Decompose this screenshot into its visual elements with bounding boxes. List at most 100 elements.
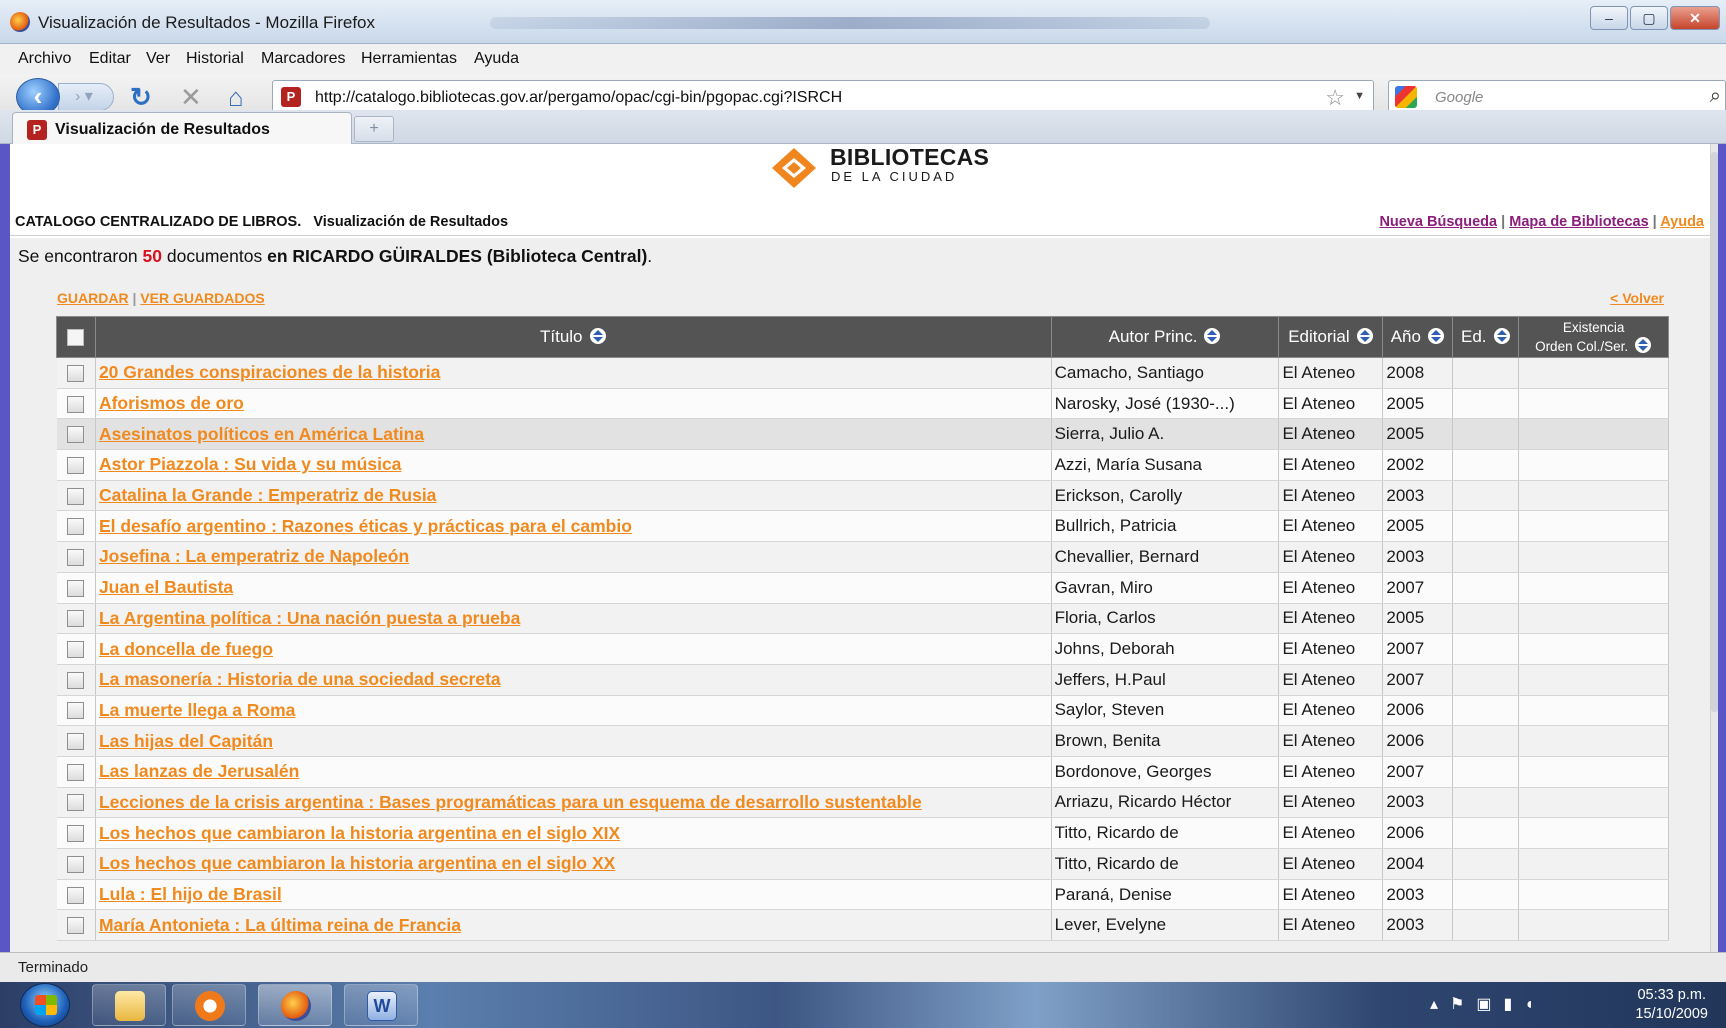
address-bar[interactable]: P http://catalogo.bibliotecas.gov.ar/per… bbox=[272, 80, 1374, 114]
action-center-flag-icon[interactable]: ⚑ bbox=[1450, 996, 1476, 1013]
volver-link[interactable]: < Volver bbox=[1610, 290, 1664, 306]
minimize-button[interactable]: – bbox=[1590, 6, 1628, 30]
title-link[interactable]: Asesinatos políticos en América Latina bbox=[99, 424, 424, 444]
row-checkbox[interactable] bbox=[67, 886, 85, 904]
device-icon[interactable]: ▣ bbox=[1476, 996, 1503, 1013]
title-link[interactable]: El desafío argentino : Razones éticas y … bbox=[99, 516, 632, 536]
title-link[interactable]: Las hijas del Capitán bbox=[99, 731, 273, 751]
header-anio[interactable]: Año bbox=[1382, 316, 1454, 358]
forward-button[interactable]: › ▾ bbox=[58, 83, 114, 111]
taskbar-word[interactable]: W bbox=[344, 984, 418, 1026]
window-controls: – ▢ ✕ bbox=[1590, 6, 1720, 30]
row-checkbox[interactable] bbox=[67, 426, 85, 444]
title-link[interactable]: Los hechos que cambiaron la historia arg… bbox=[99, 823, 620, 843]
row-checkbox[interactable] bbox=[67, 487, 85, 505]
row-checkbox[interactable] bbox=[67, 855, 85, 873]
sort-icon[interactable] bbox=[1493, 327, 1511, 345]
title-link[interactable]: La masonería : Historia de una sociedad … bbox=[99, 669, 501, 689]
sort-icon[interactable] bbox=[1427, 327, 1445, 345]
show-hidden-icons-icon[interactable]: ▴ bbox=[1430, 996, 1450, 1013]
title-link[interactable]: 20 Grandes conspiraciones de la historia bbox=[99, 362, 440, 382]
menu-historial[interactable]: Historial bbox=[186, 50, 244, 68]
guardar-link[interactable]: GUARDAR bbox=[57, 290, 129, 306]
title-link[interactable]: La Argentina política : Una nación puest… bbox=[99, 608, 520, 628]
title-link[interactable]: Catalina la Grande : Emperatriz de Rusia bbox=[99, 485, 436, 505]
header-autor[interactable]: Autor Princ. bbox=[1050, 316, 1280, 358]
row-checkbox[interactable] bbox=[67, 518, 85, 536]
taskbar-firefox[interactable] bbox=[258, 984, 332, 1026]
ayuda-link[interactable]: Ayuda bbox=[1660, 214, 1704, 230]
title-link[interactable]: Lecciones de la crisis argentina : Bases… bbox=[99, 792, 922, 812]
menu-ver[interactable]: Ver bbox=[146, 50, 170, 68]
tab-resultados[interactable]: P Visualización de Resultados bbox=[12, 112, 352, 145]
new-tab-button[interactable]: + bbox=[354, 116, 394, 142]
row-checkbox[interactable] bbox=[67, 548, 85, 566]
url-text[interactable]: http://catalogo.bibliotecas.gov.ar/perga… bbox=[315, 89, 842, 107]
page-scrollbar[interactable] bbox=[1710, 144, 1718, 952]
row-checkbox[interactable] bbox=[67, 763, 85, 781]
title-link[interactable]: Aforismos de oro bbox=[99, 393, 244, 413]
title-link[interactable]: Lula : El hijo de Brasil bbox=[99, 884, 282, 904]
taskbar-media-player[interactable] bbox=[172, 984, 246, 1026]
header-ed[interactable]: Ed. bbox=[1452, 316, 1520, 358]
network-icon[interactable]: ▮ bbox=[1504, 996, 1525, 1013]
sort-icon[interactable] bbox=[1203, 327, 1221, 345]
row-checkbox[interactable] bbox=[67, 733, 85, 751]
home-icon[interactable]: ⌂ bbox=[228, 82, 244, 112]
start-button[interactable] bbox=[20, 983, 70, 1027]
title-link[interactable]: Josefina : La emperatriz de Napoleón bbox=[99, 546, 409, 566]
title-link[interactable]: Juan el Bautista bbox=[99, 577, 233, 597]
row-checkbox[interactable] bbox=[67, 917, 85, 935]
close-button[interactable]: ✕ bbox=[1670, 6, 1720, 30]
menu-ayuda[interactable]: Ayuda bbox=[474, 50, 519, 68]
header-existencia[interactable]: Existencia Orden Col./Ser. bbox=[1518, 316, 1669, 358]
page-scrollbar-thumb[interactable] bbox=[1711, 152, 1718, 712]
header-editorial[interactable]: Editorial bbox=[1278, 316, 1384, 358]
row-checkbox[interactable] bbox=[67, 641, 85, 659]
row-select-cell bbox=[56, 848, 96, 880]
reload-icon[interactable]: ↻ bbox=[130, 82, 152, 112]
menu-herramientas[interactable]: Herramientas bbox=[361, 50, 457, 68]
header-titulo[interactable]: Título bbox=[94, 316, 1052, 358]
taskbar-explorer[interactable] bbox=[92, 984, 166, 1026]
menu-editar[interactable]: Editar bbox=[89, 50, 131, 68]
row-checkbox[interactable] bbox=[67, 671, 85, 689]
title-link[interactable]: Los hechos que cambiaron la historia arg… bbox=[99, 853, 615, 873]
mapa-bibliotecas-link[interactable]: Mapa de Bibliotecas bbox=[1509, 214, 1648, 230]
sort-icon[interactable] bbox=[1356, 327, 1374, 345]
bookmark-star-icon[interactable]: ☆ bbox=[1325, 85, 1345, 111]
row-checkbox[interactable] bbox=[67, 456, 85, 474]
table-row: Lecciones de la crisis argentina : Bases… bbox=[56, 787, 1669, 819]
url-dropdown-icon[interactable]: ▼ bbox=[1354, 90, 1365, 102]
row-checkbox[interactable] bbox=[67, 395, 85, 413]
ver-guardados-link[interactable]: VER GUARDADOS bbox=[140, 290, 264, 306]
window-title: Visualización de Resultados - Mozilla Fi… bbox=[38, 13, 376, 32]
title-link[interactable]: Las lanzas de Jerusalén bbox=[99, 761, 299, 781]
row-checkbox[interactable] bbox=[67, 579, 85, 597]
title-link[interactable]: La muerte llega a Roma bbox=[99, 700, 295, 720]
menu-archivo[interactable]: Archivo bbox=[18, 50, 71, 68]
existencia-cell bbox=[1518, 848, 1669, 880]
sort-icon[interactable] bbox=[1634, 336, 1652, 354]
maximize-button[interactable]: ▢ bbox=[1630, 6, 1668, 30]
row-checkbox[interactable] bbox=[67, 610, 85, 628]
google-engine-icon[interactable] bbox=[1395, 86, 1417, 108]
system-clock[interactable]: 05:33 p.m. 15/10/2009 bbox=[1635, 986, 1708, 1024]
menu-marcadores[interactable]: Marcadores bbox=[261, 50, 345, 68]
catalog-title: CATALOGO CENTRALIZADO DE LIBROS. Visuali… bbox=[15, 214, 508, 230]
row-checkbox[interactable] bbox=[67, 825, 85, 843]
sort-icon[interactable] bbox=[589, 327, 607, 345]
search-icon[interactable]: ⌕ bbox=[1710, 85, 1721, 108]
stop-icon[interactable]: ✕ bbox=[180, 82, 202, 112]
row-checkbox[interactable] bbox=[67, 794, 85, 812]
volume-icon[interactable]: ◖ bbox=[1524, 996, 1546, 1013]
row-checkbox[interactable] bbox=[67, 364, 85, 382]
nueva-busqueda-link[interactable]: Nueva Búsqueda bbox=[1379, 214, 1497, 230]
search-box[interactable]: Google ⌕ bbox=[1388, 80, 1726, 114]
row-checkbox[interactable] bbox=[67, 702, 85, 720]
title-link[interactable]: María Antonieta : La última reina de Fra… bbox=[99, 915, 461, 935]
existencia-cell bbox=[1518, 388, 1669, 420]
title-link[interactable]: Astor Piazzola : Su vida y su música bbox=[99, 454, 401, 474]
title-link[interactable]: La doncella de fuego bbox=[99, 639, 273, 659]
select-all-checkbox[interactable] bbox=[67, 329, 85, 347]
